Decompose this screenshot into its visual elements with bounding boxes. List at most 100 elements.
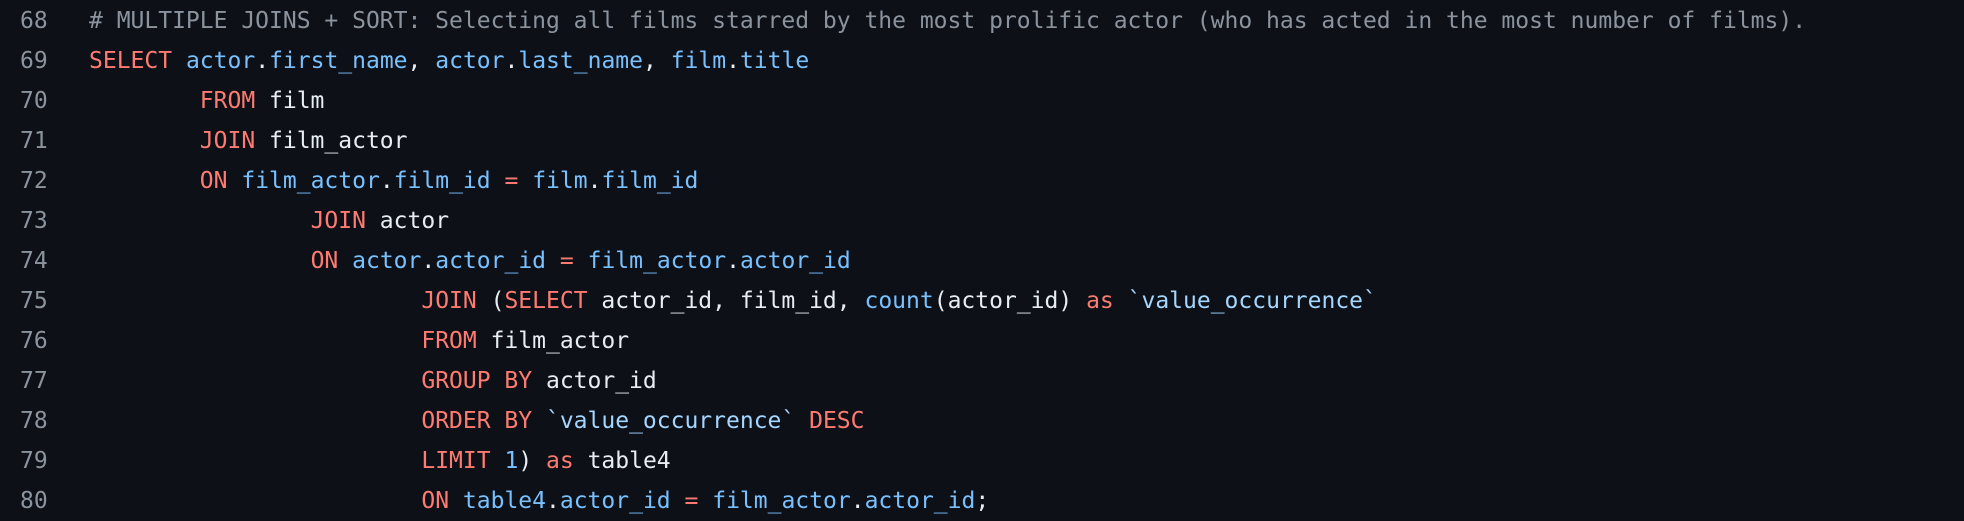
- line-content: LIMIT 1) as table4: [89, 441, 671, 481]
- line-number[interactable]: 77: [20, 361, 66, 401]
- line-number[interactable]: 74: [20, 241, 66, 281]
- code-token-plain: table4: [573, 448, 671, 474]
- code-token-ident: actor: [352, 248, 422, 274]
- code-token-ident: actor_id: [739, 248, 851, 274]
- line-number[interactable]: 71: [20, 121, 66, 161]
- code-token-ident: film_actor: [712, 488, 851, 514]
- code-token-plain: .: [504, 48, 519, 74]
- code-token-comment: # MULTIPLE JOINS + SORT: Selecting all f…: [89, 8, 1807, 34]
- code-token-plain: .: [726, 248, 740, 274]
- line-number[interactable]: 80: [20, 481, 66, 521]
- code-line: 69 SELECT actor.first_name, actor.last_na…: [0, 41, 1964, 81]
- line-number[interactable]: 76: [20, 321, 66, 361]
- code-token-ident: first_name: [269, 48, 408, 74]
- code-token-keyword: ON: [199, 168, 228, 194]
- code-token-plain: ;: [975, 488, 990, 514]
- code-line: 79 LIMIT 1) as table4: [0, 441, 1964, 481]
- code-token-plain: (: [476, 288, 505, 314]
- code-token-ident: count: [864, 288, 934, 314]
- line-content: JOIN (SELECT actor_id, film_id, count(ac…: [89, 281, 1377, 321]
- line-number[interactable]: 73: [20, 201, 66, 241]
- code-token-ident: film_actor: [241, 168, 380, 194]
- code-token-keyword: =: [504, 168, 519, 194]
- code-token-keyword: SELECT: [504, 288, 588, 314]
- code-token-keyword: ORDER BY: [421, 408, 533, 434]
- code-token-string: `value_occurrence`: [1127, 288, 1377, 314]
- code-token-keyword: ON: [421, 488, 450, 514]
- line-content: # MULTIPLE JOINS + SORT: Selecting all f…: [89, 1, 1806, 41]
- code-token-ident: actor: [185, 48, 256, 74]
- code-token-ident: actor_id: [559, 488, 671, 514]
- line-number[interactable]: 69: [20, 41, 66, 81]
- code-line: 68 # MULTIPLE JOINS + SORT: Selecting all…: [0, 1, 1964, 41]
- code-token-plain: film: [255, 88, 325, 114]
- code-token-plain: actor_id: [532, 368, 657, 394]
- line-number[interactable]: 72: [20, 161, 66, 201]
- code-token-plain: .: [546, 488, 560, 514]
- code-token-plain: film_actor: [255, 128, 408, 154]
- line-content: JOIN film_actor: [89, 121, 408, 161]
- line-number[interactable]: 75: [20, 281, 66, 321]
- code-token-ident: film: [670, 48, 727, 74]
- line-content: ORDER BY `value_occurrence` DESC: [89, 401, 864, 441]
- code-token-plain: actor_id, film_id,: [587, 288, 865, 314]
- line-number[interactable]: 70: [20, 81, 66, 121]
- code-token-ident: film_id: [393, 168, 491, 194]
- code-token-keyword: LIMIT: [421, 448, 491, 474]
- code-token-plain: ): [518, 448, 547, 474]
- code-token-plain: .: [255, 48, 270, 74]
- code-line: 77 GROUP BY actor_id: [0, 361, 1964, 401]
- code-token-plain: .: [421, 248, 436, 274]
- code-viewer: 68 # MULTIPLE JOINS + SORT: Selecting all…: [0, 0, 1964, 518]
- code-line: 80 ON table4.actor_id = film_actor.actor…: [0, 481, 1964, 521]
- code-token-keyword: as: [546, 448, 574, 474]
- code-token-string: `value_occurrence`: [545, 408, 796, 434]
- code-token-keyword: =: [684, 488, 699, 514]
- code-line: 71 JOIN film_actor: [0, 121, 1964, 161]
- line-content: SELECT actor.first_name, actor.last_name…: [89, 41, 809, 81]
- line-number[interactable]: 68: [20, 1, 66, 41]
- code-token-ident: title: [739, 48, 810, 74]
- code-token-ident: film_actor: [587, 248, 727, 274]
- line-content: ON table4.actor_id = film_actor.actor_id…: [89, 481, 989, 521]
- code-token-keyword: ON: [310, 248, 339, 274]
- code-token-plain: (actor_id): [933, 288, 1087, 314]
- code-token-ident: last_name: [518, 48, 643, 74]
- code-line: 73 JOIN actor: [0, 201, 1964, 241]
- code-token-ident: actor: [435, 48, 505, 74]
- line-number[interactable]: 78: [20, 401, 66, 441]
- code-token-ident: actor_id: [864, 488, 976, 514]
- code-token-plain: .: [726, 48, 740, 74]
- code-token-ident: table4: [462, 488, 546, 514]
- line-content: GROUP BY actor_id: [89, 361, 657, 401]
- line-content: FROM film_actor: [89, 321, 629, 361]
- code-token-keyword: SELECT: [89, 48, 173, 74]
- code-token-keyword: JOIN: [421, 288, 477, 314]
- line-number[interactable]: 79: [20, 441, 66, 481]
- code-line: 74 ON actor.actor_id = film_actor.actor_…: [0, 241, 1964, 281]
- code-token-ident: film: [532, 168, 588, 194]
- code-token-plain: .: [379, 168, 394, 194]
- code-line: 78 ORDER BY `value_occurrence` DESC: [0, 401, 1964, 441]
- code-token-plain: .: [850, 488, 865, 514]
